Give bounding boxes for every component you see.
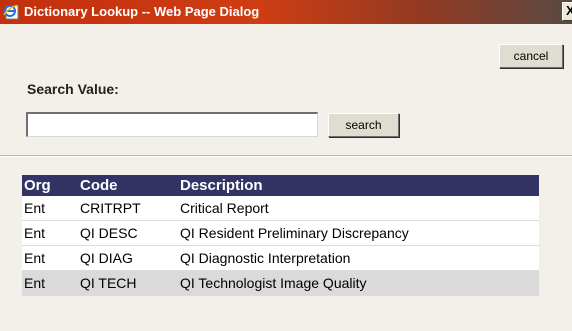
table-row[interactable]: Ent QI DIAG QI Diagnostic Interpretation (22, 245, 539, 271)
dialog-body: cancel Search Value: search Org Code Des… (0, 24, 572, 331)
search-input[interactable] (26, 112, 318, 137)
cell-description[interactable]: Critical Report (178, 196, 539, 221)
cell-code[interactable]: CRITRPT (78, 196, 178, 221)
section-divider (0, 155, 572, 157)
ie-page-icon (3, 3, 20, 20)
table-header-row: Org Code Description (22, 175, 539, 196)
cell-org[interactable]: Ent (22, 196, 78, 221)
cell-description[interactable]: QI Diagnostic Interpretation (178, 245, 539, 271)
cell-org[interactable]: Ent (22, 270, 78, 296)
cell-code[interactable]: QI TECH (78, 270, 178, 296)
column-header-code[interactable]: Code (78, 175, 178, 196)
column-header-org[interactable]: Org (22, 175, 78, 196)
results-table: Org Code Description Ent CRITRPT Critica… (22, 175, 539, 296)
table-row[interactable]: Ent CRITRPT Critical Report (22, 196, 539, 221)
cancel-button[interactable]: cancel (499, 44, 563, 68)
search-button[interactable]: search (328, 113, 399, 137)
cell-code[interactable]: QI DESC (78, 220, 178, 246)
column-header-description[interactable]: Description (178, 175, 539, 196)
table-row[interactable]: Ent QI TECH QI Technologist Image Qualit… (22, 270, 539, 296)
cell-code[interactable]: QI DIAG (78, 245, 178, 271)
cell-org[interactable]: Ent (22, 245, 78, 271)
table-row[interactable]: Ent QI DESC QI Resident Preliminary Disc… (22, 220, 539, 246)
cell-org[interactable]: Ent (22, 220, 78, 246)
window-title: Dictionary Lookup -- Web Page Dialog (24, 4, 260, 19)
title-bar[interactable]: Dictionary Lookup -- Web Page Dialog X (0, 0, 572, 24)
cell-description[interactable]: QI Resident Preliminary Discrepancy (178, 220, 539, 246)
search-value-label: Search Value: (27, 81, 119, 97)
cell-description[interactable]: QI Technologist Image Quality (178, 270, 539, 296)
close-button[interactable]: X (562, 2, 572, 21)
